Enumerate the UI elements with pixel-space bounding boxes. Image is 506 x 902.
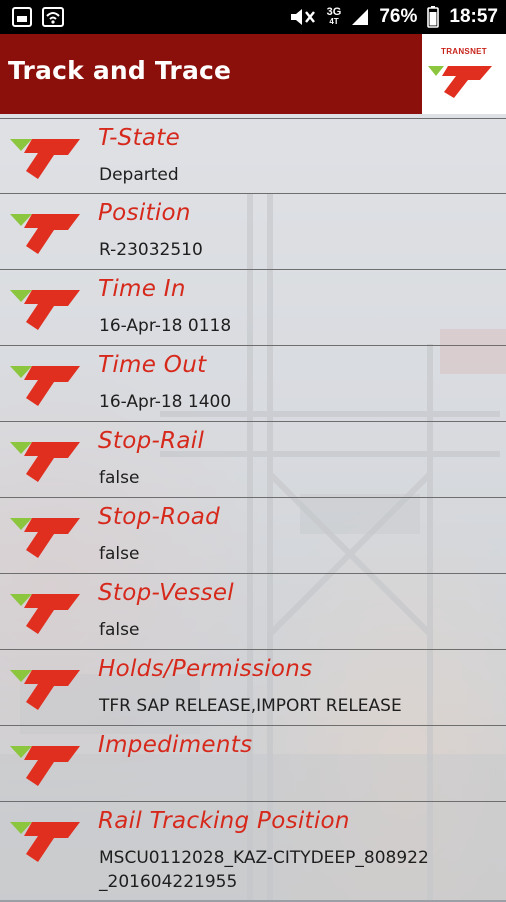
app-bar: Track and Trace TRANSNET (0, 34, 506, 114)
field-value: false (99, 544, 140, 564)
battery-icon (427, 6, 440, 28)
list-item-stop-vessel: Stop-Vessel false (0, 574, 506, 650)
field-label: Rail Tracking Position (98, 808, 350, 834)
list-item-stop-road: Stop-Road false (0, 498, 506, 574)
transnet-logo-icon (10, 584, 82, 640)
list-item-t-state: T-State Departed (0, 118, 506, 194)
field-label: Time Out (98, 352, 207, 378)
wifi-icon (42, 7, 64, 27)
field-label: Position (98, 200, 191, 226)
field-value: MSCU0112028_KAZ-CITYDEEP_808922_20160422… (99, 848, 429, 892)
network-type: 3G 4T (326, 6, 342, 27)
list-item-time-out: Time Out 16-Apr-18 1400 (0, 346, 506, 422)
field-label: Impediments (98, 732, 253, 758)
status-bar: 3G 4T 76% 18:57 (0, 0, 506, 34)
gallery-icon (12, 7, 32, 27)
transnet-logo-icon (10, 204, 82, 260)
field-label: Stop-Vessel (98, 580, 234, 606)
transnet-logo-icon (10, 129, 82, 185)
battery-percent: 76% (379, 6, 418, 27)
field-value: 16-Apr-18 0118 (99, 316, 232, 336)
field-label: Time In (98, 276, 186, 302)
field-value: false (99, 468, 140, 488)
detail-list: T-State Departed Position R-23032510 Tim… (0, 118, 506, 902)
transnet-logo-icon (10, 280, 82, 336)
transnet-logo-icon (10, 812, 82, 868)
field-value: TFR SAP RELEASE,IMPORT RELEASE (99, 696, 402, 716)
transnet-logo-icon (10, 432, 82, 488)
transnet-logo: TRANSNET (422, 34, 506, 114)
field-label: Stop-Road (98, 504, 221, 530)
mute-icon (289, 7, 317, 27)
transnet-logo-icon (10, 508, 82, 564)
list-item-position: Position R-23032510 (0, 194, 506, 270)
transnet-logo-icon (10, 736, 82, 792)
field-value: false (99, 620, 140, 640)
field-label: T-State (98, 125, 181, 151)
list-item-time-in: Time In 16-Apr-18 0118 (0, 270, 506, 346)
list-item-impediments: Impediments (0, 726, 506, 802)
list-item-rail-tracking-position: Rail Tracking Position MSCU0112028_KAZ-C… (0, 802, 506, 902)
page-title: Track and Trace (8, 56, 232, 85)
field-label: Stop-Rail (98, 428, 205, 454)
list-item-stop-rail: Stop-Rail false (0, 422, 506, 498)
list-item-holds-permissions: Holds/Permissions TFR SAP RELEASE,IMPORT… (0, 650, 506, 726)
clock: 18:57 (449, 6, 498, 27)
transnet-logo-icon (10, 660, 82, 716)
field-value: R-23032510 (99, 240, 203, 260)
signal-icon (351, 8, 369, 26)
field-value: Departed (99, 165, 179, 185)
transnet-logo-icon (10, 356, 82, 412)
field-value: 16-Apr-18 1400 (99, 392, 232, 412)
field-label: Holds/Permissions (98, 656, 313, 682)
